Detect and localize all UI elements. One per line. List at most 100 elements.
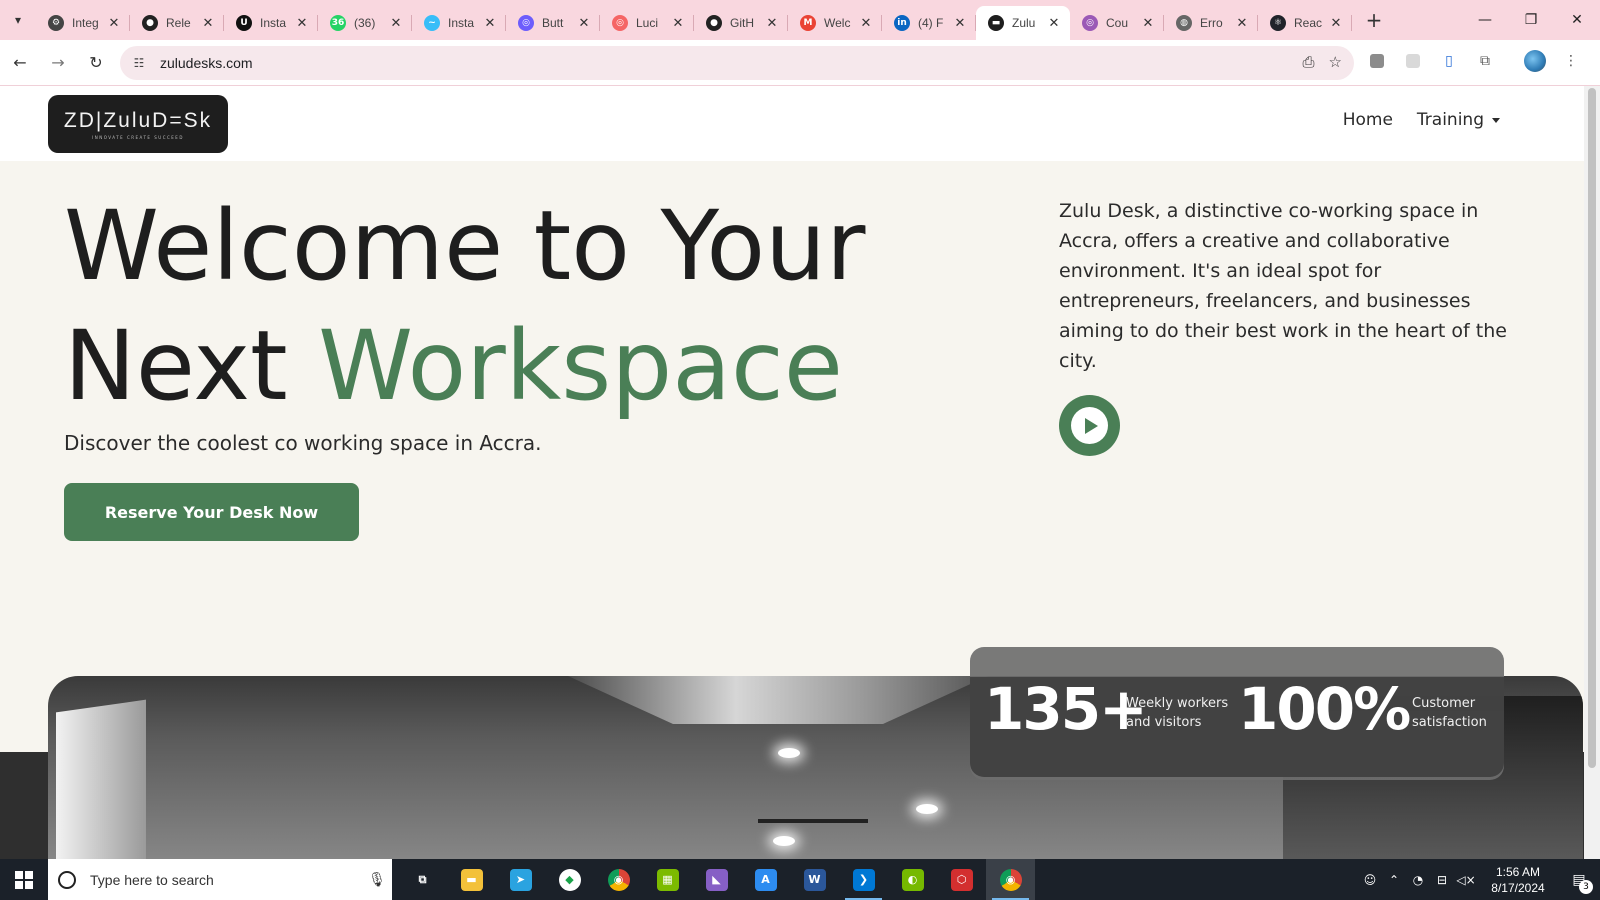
bookmark-star-icon[interactable]: ☆ (1329, 53, 1342, 71)
browser-tab[interactable]: ◎ Butt ✕ (506, 6, 600, 40)
nav-training-dropdown[interactable]: Training (1417, 110, 1500, 130)
extension-2-icon[interactable] (1402, 50, 1424, 72)
zuludesk-logo[interactable]: ZD|ZuluD=Sk INNOVATE CREATE SUCCEED (48, 95, 228, 153)
tab-close-icon[interactable]: ✕ (1328, 16, 1344, 31)
tab-close-icon[interactable]: ✕ (294, 16, 310, 31)
clock-time: 1:56 AM (1495, 864, 1541, 879)
taskbar-app-visual-studio[interactable]: ◣ (692, 859, 741, 900)
windows-taskbar: Type here to search 🎙 ⧉ ▬ ➤ ◆ ◉ ▦ ◣ A W ❯ ◐ ⬡ ◉ ☺ ⌃ … (0, 859, 1600, 900)
page-viewport: ZD|ZuluD=Sk INNOVATE CREATE SUCCEED Home… (0, 86, 1600, 859)
minimize-button[interactable]: — (1462, 0, 1508, 40)
tab-title: Insta (448, 16, 475, 30)
forward-button[interactable]: → (40, 45, 76, 81)
url-text[interactable]: zuludesks.com (160, 55, 253, 71)
extensions-puzzle-icon[interactable]: ⧉ (1474, 50, 1496, 72)
install-app-icon[interactable]: ⎙ (1303, 53, 1315, 71)
browser-tab[interactable]: 36 (36) ✕ (318, 6, 412, 40)
taskbar-app-telegram[interactable]: ➤ (496, 859, 545, 900)
vscode-icon: ❯ (852, 868, 875, 891)
taskbar-search[interactable]: Type here to search 🎙 (48, 859, 392, 900)
taskbar-app-file-explorer[interactable]: ▬ (447, 859, 496, 900)
browser-tab[interactable]: ◍ Erro ✕ (1164, 6, 1258, 40)
tab-title: (36) (354, 16, 376, 30)
reload-button[interactable]: ↻ (78, 45, 114, 81)
taskbar-app-security[interactable]: ⬡ (937, 859, 986, 900)
show-hidden-icons-chevron[interactable]: ⌃ (1382, 873, 1406, 887)
browser-tab[interactable]: M Welc ✕ (788, 6, 882, 40)
notification-center-icon[interactable]: ▤ 3 (1558, 859, 1600, 900)
start-button[interactable] (0, 859, 48, 900)
back-button[interactable]: ← (2, 45, 38, 81)
microphone-icon[interactable]: 🎙 (362, 872, 392, 888)
taskbar-apps: ⧉ ▬ ➤ ◆ ◉ ▦ ◣ A W ❯ ◐ ⬡ ◉ (398, 859, 1035, 900)
tab-title: Integ (72, 16, 99, 30)
taskbar-app-task-view[interactable]: ⧉ (398, 859, 447, 900)
extension-1-icon[interactable] (1366, 50, 1388, 72)
file-explorer-icon: ▬ (460, 868, 483, 891)
tab-close-icon[interactable]: ✕ (482, 16, 498, 31)
button-icon: ◎ (518, 15, 534, 31)
visual-studio-icon: ◣ (705, 868, 728, 891)
taskbar-app-chrome[interactable]: ◉ (594, 859, 643, 900)
browser-tab[interactable]: ⚙ Integ ✕ (36, 6, 130, 40)
tab-title: Rele (166, 16, 191, 30)
nvidia-icon: ◐ (901, 868, 924, 891)
reserve-desk-button[interactable]: Reserve Your Desk Now (64, 483, 359, 541)
close-window-button[interactable]: ✕ (1554, 0, 1600, 40)
tab-close-icon[interactable]: ✕ (106, 16, 122, 31)
tab-close-icon[interactable]: ✕ (388, 16, 404, 31)
site-info-icon[interactable]: ☷ (130, 54, 148, 72)
people-icon[interactable]: ☺ (1358, 873, 1382, 887)
tab-close-icon[interactable]: ✕ (764, 16, 780, 31)
stat-weekly-label-2: and visitors (1126, 715, 1202, 730)
browser-tab[interactable]: ~ Insta ✕ (412, 6, 506, 40)
browser-tab[interactable]: ● Rele ✕ (130, 6, 224, 40)
telegram-icon: ➤ (509, 868, 532, 891)
wifi-icon[interactable]: ◔ (1406, 873, 1430, 887)
side-panel-icon[interactable]: ▯ (1438, 50, 1460, 72)
browser-tab[interactable]: U Insta ✕ (224, 6, 318, 40)
volume-muted-icon[interactable]: ◁× (1454, 873, 1478, 887)
address-toolbar: ← → ↻ ☷ zuludesks.com ⎙ ☆ ▯ ⧉ ⋮ (0, 40, 1600, 86)
browser-tab[interactable]: ● GitH ✕ (694, 6, 788, 40)
tab-close-icon[interactable]: ✕ (952, 16, 968, 31)
scrollbar-thumb[interactable] (1588, 88, 1596, 768)
taskbar-app-word[interactable]: W (790, 859, 839, 900)
menu-kebab-icon[interactable]: ⋮ (1560, 50, 1582, 72)
play-video-button[interactable] (1059, 395, 1120, 456)
browser-tab[interactable]: ⚛ Reac ✕ (1258, 6, 1352, 40)
stats-card: 135+ Weekly workers and visitors 100% Cu… (970, 647, 1504, 780)
chrome-icon: ◉ (607, 868, 630, 891)
browser-tab[interactable]: ▬ Zulu ✕ (976, 6, 1070, 40)
taskbar-search-placeholder: Type here to search (90, 871, 214, 888)
tab-close-icon[interactable]: ✕ (1046, 16, 1062, 31)
tab-title: GitH (730, 16, 754, 30)
browser-tab[interactable]: ◎ Luci ✕ (600, 6, 694, 40)
nav-home-link[interactable]: Home (1343, 110, 1393, 130)
browser-tab[interactable]: ◎ Cou ✕ (1070, 6, 1164, 40)
profile-avatar[interactable] (1524, 50, 1546, 72)
tab-close-icon[interactable]: ✕ (670, 16, 686, 31)
omnibox[interactable]: ☷ zuludesks.com ⎙ ☆ (120, 46, 1354, 80)
restore-button[interactable]: ❐ (1508, 0, 1554, 40)
github-icon: ● (706, 15, 722, 31)
course-icon: ◎ (1082, 15, 1098, 31)
taskbar-app-chrome-active[interactable]: ◉ (986, 859, 1035, 900)
network-icon[interactable]: ⊟ (1430, 873, 1454, 887)
zuludesk-icon: ▬ (988, 15, 1004, 31)
tab-close-icon[interactable]: ✕ (1140, 16, 1156, 31)
tab-close-icon[interactable]: ✕ (1234, 16, 1250, 31)
taskbar-app-app-store[interactable]: A (741, 859, 790, 900)
tab-search-icon[interactable]: ▾ (0, 0, 36, 40)
new-tab-button[interactable]: + (1358, 4, 1390, 36)
taskbar-app-vscode[interactable]: ❯ (839, 859, 888, 900)
taskbar-clock[interactable]: 1:56 AM 8/17/2024 (1478, 864, 1558, 896)
taskbar-app-mongodb-compass[interactable]: ◆ (545, 859, 594, 900)
taskbar-app-microsoft-store[interactable]: ▦ (643, 859, 692, 900)
browser-tab[interactable]: in (4) F ✕ (882, 6, 976, 40)
tab-close-icon[interactable]: ✕ (200, 16, 216, 31)
page-scrollbar[interactable] (1584, 86, 1600, 859)
taskbar-app-nvidia[interactable]: ◐ (888, 859, 937, 900)
tab-close-icon[interactable]: ✕ (858, 16, 874, 31)
tab-close-icon[interactable]: ✕ (576, 16, 592, 31)
